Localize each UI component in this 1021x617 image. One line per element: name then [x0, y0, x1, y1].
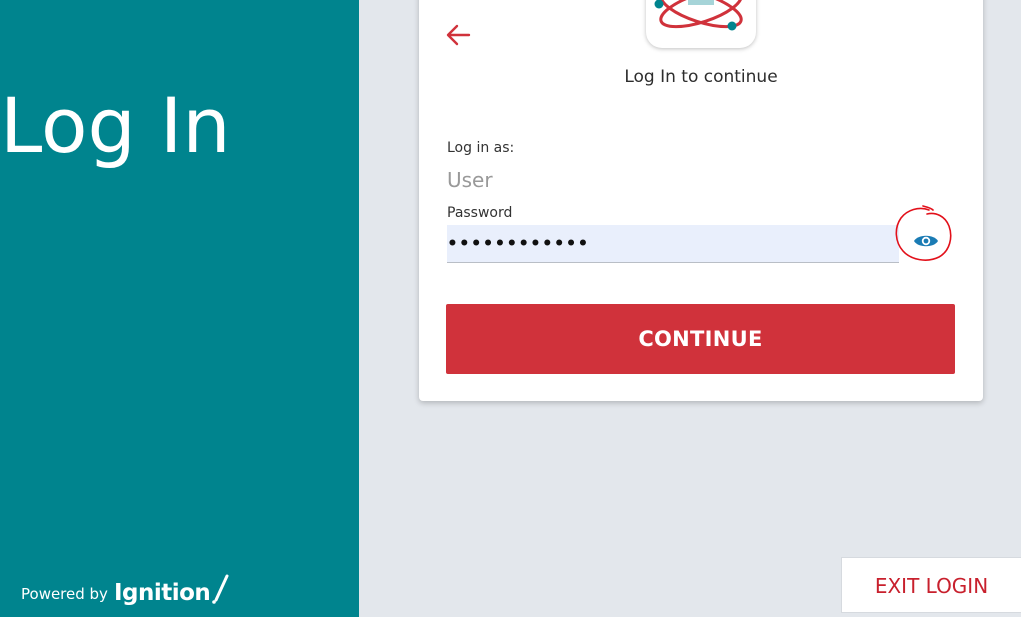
page-title: Log In — [0, 81, 231, 170]
ignition-brand: Ignition — [113, 580, 211, 606]
arrow-left-icon — [446, 24, 471, 46]
left-panel: Log In Powered by Ignition — [0, 0, 359, 617]
password-label: Password — [447, 205, 513, 221]
show-password-toggle[interactable] — [911, 230, 941, 252]
ignition-logo-icon — [212, 574, 229, 604]
atom-logo-icon — [654, 0, 743, 31]
continue-button[interactable]: CONTINUE — [446, 304, 955, 374]
eye-icon — [914, 235, 938, 247]
app-logo — [646, 0, 756, 48]
login-as-label: Log in as: — [447, 140, 515, 156]
exit-login-button[interactable]: EXIT LOGIN — [841, 557, 1021, 613]
powered-by-text: Powered by — [21, 585, 108, 603]
login-card: Log In to continue Log in as: User Passw… — [419, 0, 983, 401]
card-subtitle: Log In to continue — [624, 67, 778, 87]
powered-by: Powered by Ignition — [21, 565, 231, 605]
back-button[interactable] — [443, 20, 473, 50]
login-as-value: User — [447, 168, 493, 192]
password-field[interactable] — [447, 225, 899, 263]
